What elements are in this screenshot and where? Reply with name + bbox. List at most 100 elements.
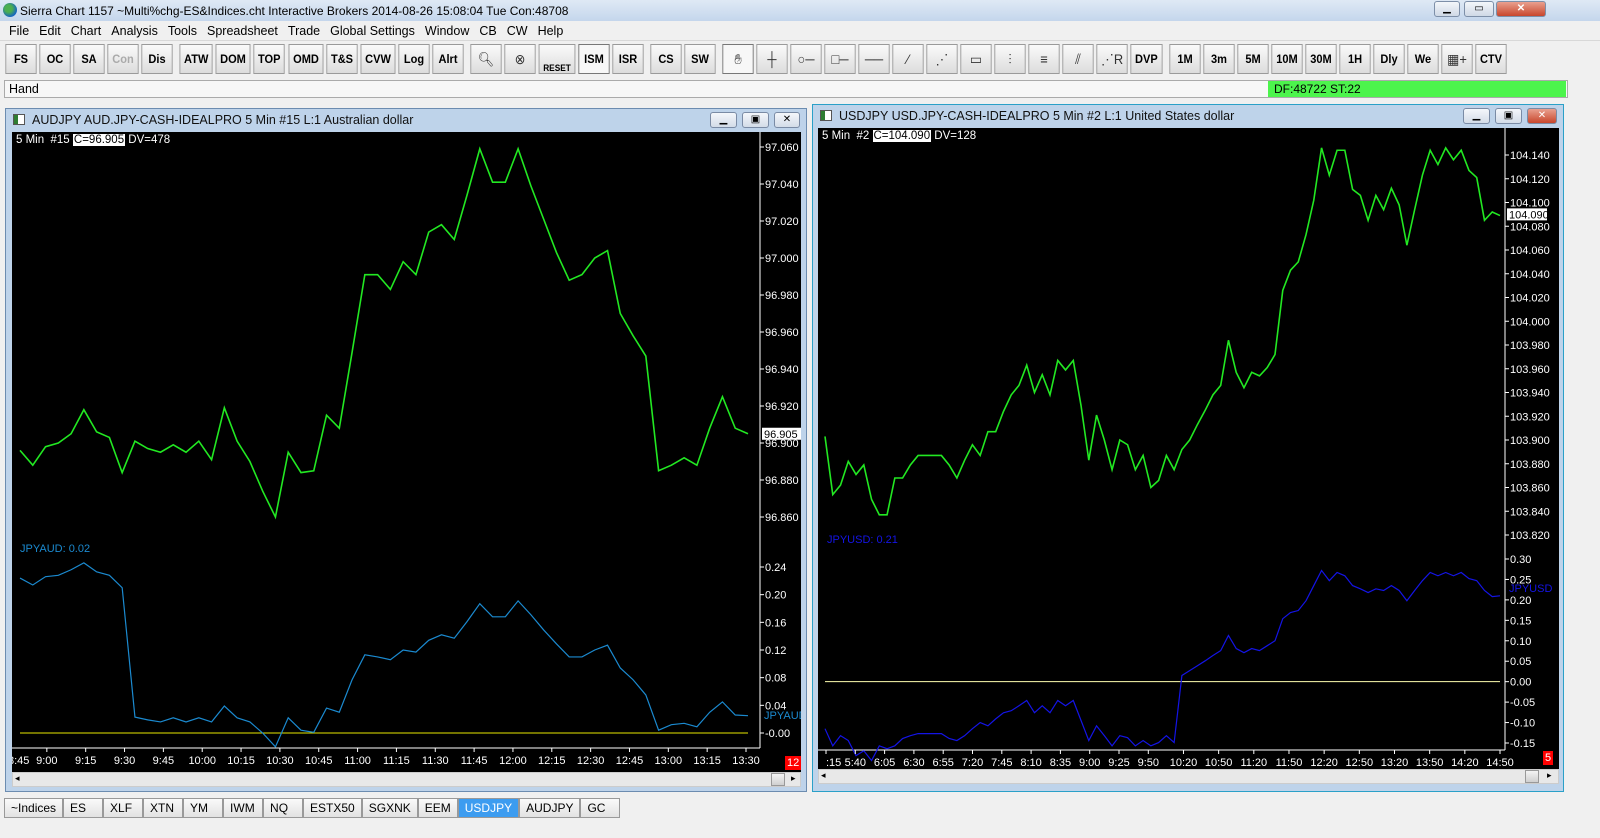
horizontal-line-button[interactable]: ── — [858, 44, 890, 74]
horizontal-scrollbar[interactable]: ◂ ▸ — [818, 769, 1559, 784]
time-tick-label: 12:15 — [538, 755, 566, 767]
marker-button[interactable]: ○─ — [790, 44, 822, 74]
chart-maximize-button[interactable]: ▣ — [742, 112, 769, 128]
horizontal-scrollbar[interactable]: ◂ ▸ — [12, 772, 801, 787]
extended-line-button[interactable]: ⋰ — [926, 44, 958, 74]
menu-help[interactable]: Help — [533, 24, 569, 38]
cvw-button[interactable]: CVW — [360, 44, 396, 74]
tab-gc[interactable]: GC — [580, 798, 621, 818]
tab-sgxnk[interactable]: SGXNK — [361, 798, 418, 818]
oc-button[interactable]: OC — [39, 44, 71, 74]
time-tick-label: 6:30 — [903, 757, 924, 769]
ray-button[interactable]: □─ — [824, 44, 856, 74]
log-button[interactable]: Log — [398, 44, 430, 74]
chart-minimize-button[interactable]: ▁ — [1463, 108, 1490, 124]
study-tick-label: 0.00 — [1510, 677, 1531, 689]
close-button[interactable]: ✕ — [1496, 1, 1546, 17]
scrollbar-thumb[interactable] — [771, 773, 785, 786]
3m-button[interactable]: 3m — [1203, 44, 1235, 74]
chart-window-title-bar[interactable]: AUDJPY AUD.JPY-CASH-IDEALPRO 5 Min #15 L… — [6, 109, 806, 131]
tab-ym[interactable]: YM — [183, 798, 224, 818]
chart-close-button[interactable]: ✕ — [1527, 108, 1557, 124]
scroll-left-icon[interactable]: ◂ — [15, 773, 20, 784]
dom-button[interactable]: DOM — [215, 44, 251, 74]
dly-button[interactable]: Dly — [1373, 44, 1405, 74]
menu-cb[interactable]: CB — [474, 24, 501, 38]
chart-minimize-button[interactable]: ▁ — [710, 112, 737, 128]
1m-button[interactable]: 1M — [1169, 44, 1201, 74]
atw-button[interactable]: ATW — [179, 44, 213, 74]
omd-button[interactable]: OMD — [288, 44, 324, 74]
scroll-left-icon[interactable]: ◂ — [821, 770, 826, 781]
sw-button[interactable]: SW — [684, 44, 716, 74]
menu-chart[interactable]: Chart — [66, 24, 107, 38]
hand-icon: ✋︎ — [734, 50, 742, 67]
sa-button[interactable]: SA — [73, 44, 105, 74]
crosshair-button[interactable]: ┼ — [756, 44, 788, 74]
chart-window-usdjpy[interactable]: USDJPY USD.JPY-CASH-IDEALPRO 5 Min #2 L:… — [812, 104, 1564, 792]
dis-button[interactable]: Dis — [141, 44, 173, 74]
tab-xtn[interactable]: XTN — [143, 798, 184, 818]
we-button[interactable]: We — [1407, 44, 1439, 74]
trade-window-button[interactable]: ▦+ — [1441, 44, 1473, 74]
chart-plot-area[interactable]: 104.140 104.120 104.100 104.080 104.060 104.0… — [818, 128, 1559, 770]
price-tick-label: 104.000 — [1510, 316, 1550, 328]
scroll-right-icon[interactable]: ▸ — [791, 773, 796, 784]
5m-button[interactable]: 5M — [1237, 44, 1269, 74]
chart-window-audjpy[interactable]: AUDJPY AUD.JPY-CASH-IDEALPRO 5 Min #15 L… — [5, 108, 807, 792]
tab-es[interactable]: ES — [63, 798, 104, 818]
ism-button[interactable]: ISM — [578, 44, 610, 74]
scroll-right-icon[interactable]: ▸ — [1547, 770, 1552, 781]
top-button[interactable]: TOP — [253, 44, 286, 74]
hand-button[interactable]: ✋︎ — [722, 44, 754, 74]
zoom-in-button[interactable]: 🔍︎ — [470, 44, 502, 74]
1h-button[interactable]: 1H — [1339, 44, 1371, 74]
ctv-button[interactable]: CTV — [1475, 44, 1507, 74]
menu-cw[interactable]: CW — [502, 24, 533, 38]
chart-plot-area[interactable]: 97.060 97.040 97.020 97.000 96.980 96.960 96.9… — [12, 132, 801, 772]
menu-analysis[interactable]: Analysis — [106, 24, 163, 38]
fs-button[interactable]: FS — [5, 44, 37, 74]
study-tick-label: 0.30 — [1510, 554, 1531, 566]
chart-window-title-bar[interactable]: USDJPY USD.JPY-CASH-IDEALPRO 5 Min #2 L:… — [813, 105, 1563, 127]
line-button[interactable]: ⁄ — [892, 44, 924, 74]
tab-nq[interactable]: NQ — [263, 798, 304, 818]
tab-eem[interactable]: EEM — [417, 798, 458, 818]
isr-button[interactable]: ISR — [612, 44, 644, 74]
alrt-button[interactable]: Alrt — [432, 44, 464, 74]
chart-maximize-button[interactable]: ▣ — [1495, 108, 1522, 124]
time-tick-label: :15 — [826, 757, 841, 769]
chart-header: 5 Min #15 C=96.905 DV=478 — [16, 134, 170, 146]
tab-xlf[interactable]: XLF — [103, 798, 144, 818]
reset-button[interactable]: RESET — [538, 44, 576, 74]
rectangle-button[interactable]: ▭ — [960, 44, 992, 74]
con-button[interactable]: Con — [107, 44, 139, 74]
chart-close-button[interactable]: ✕ — [774, 112, 800, 128]
linear-regression-button[interactable]: ⋰R — [1096, 44, 1128, 74]
menu-trade[interactable]: Trade — [283, 24, 325, 38]
maximize-button[interactable]: ▭ — [1464, 1, 1494, 17]
fibonacci-extension-button[interactable]: ≡ — [1028, 44, 1060, 74]
menu-edit[interactable]: Edit — [34, 24, 66, 38]
dvp-button[interactable]: DVP — [1130, 44, 1163, 74]
scrollbar-thumb[interactable] — [1525, 770, 1539, 783]
minimize-button[interactable]: ▁ — [1434, 1, 1460, 17]
tab-audjpy[interactable]: AUDJPY — [519, 798, 581, 818]
tab-usdjpy[interactable]: USDJPY — [457, 798, 520, 818]
30m-button[interactable]: 30M — [1305, 44, 1337, 74]
tab-estx50[interactable]: ESTX50 — [303, 798, 362, 818]
ts-button[interactable]: T&S — [326, 44, 358, 74]
parallel-lines-button[interactable]: ⫽ — [1062, 44, 1094, 74]
menu-global-settings[interactable]: Global Settings — [325, 24, 420, 38]
fibonacci-retracement-button[interactable]: ⫶ — [994, 44, 1026, 74]
menu-file[interactable]: File — [4, 24, 34, 38]
time-tick-label: 10:50 — [1205, 757, 1233, 769]
tab-indices[interactable]: ~Indices — [4, 798, 64, 818]
menu-spreadsheet[interactable]: Spreadsheet — [202, 24, 283, 38]
10m-button[interactable]: 10M — [1271, 44, 1303, 74]
menu-tools[interactable]: Tools — [163, 24, 202, 38]
tab-iwm[interactable]: IWM — [223, 798, 264, 818]
menu-window[interactable]: Window — [420, 24, 474, 38]
cs-button[interactable]: CS — [650, 44, 682, 74]
zoom-out-button[interactable]: ⊗ — [504, 44, 536, 74]
